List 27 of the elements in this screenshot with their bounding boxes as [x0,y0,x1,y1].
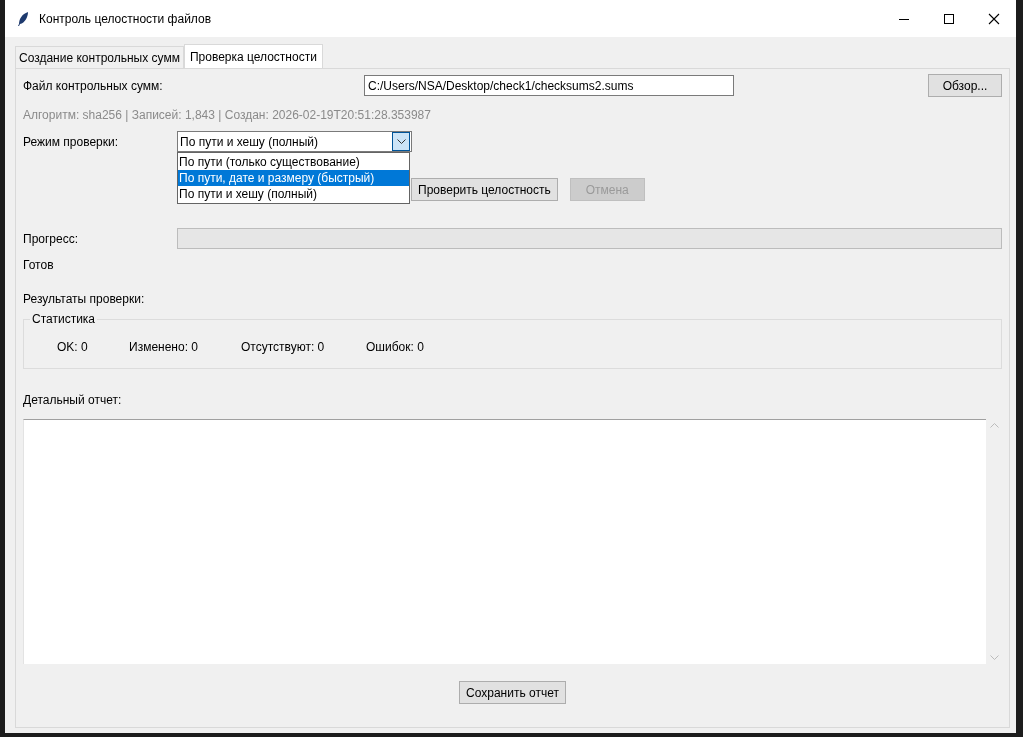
section-label: Результаты проверки: [23,292,146,306]
file-path-field[interactable]: C:/Users/NSA/Desktop/check1/checksums2.sums [364,75,734,96]
field-label: Режим проверки: [23,134,120,149]
maximize-icon[interactable] [942,12,955,25]
dropdown-option[interactable]: По пути (только существование) [178,154,409,170]
close-icon[interactable] [987,12,1000,25]
section-label: Детальный отчет: [23,393,123,407]
window-title: Контроль целостности файлов [39,11,213,26]
mode-dropdown[interactable]: По пути и хешу (полный) [177,131,412,152]
browse-button[interactable]: Обзор... [928,74,1002,97]
tab[interactable]: Создание контрольных сумм [15,46,184,68]
feather-icon [16,10,30,27]
stat-text: Отсутствуют: 0 [241,340,326,354]
tab[interactable]: Проверка целостности [183,44,323,68]
group-title: Статистика [30,312,98,326]
field-label: Файл контрольных сумм: [23,78,164,93]
dropdown-option[interactable]: По пути, дате и размеру (быстрый) [178,170,409,186]
stat-text: OK: 0 [57,340,89,354]
dropdown-option[interactable]: По пути и хешу (полный) [178,186,409,202]
status-text: Готов [23,258,55,272]
chevron-down-icon[interactable] [396,138,406,145]
check-button[interactable]: Проверить целостность [411,178,558,201]
field-label: Прогресс: [23,231,80,246]
stat-text: Изменено: 0 [129,340,199,354]
stat-text: Ошибок: 0 [366,340,424,354]
file-info-text: Алгоритм: sha256 | Записей: 1,843 | Создан: 2026-02-19T20:51:28.353987 [23,108,432,122]
save-report-button[interactable]: Сохранить отчет [459,681,566,704]
